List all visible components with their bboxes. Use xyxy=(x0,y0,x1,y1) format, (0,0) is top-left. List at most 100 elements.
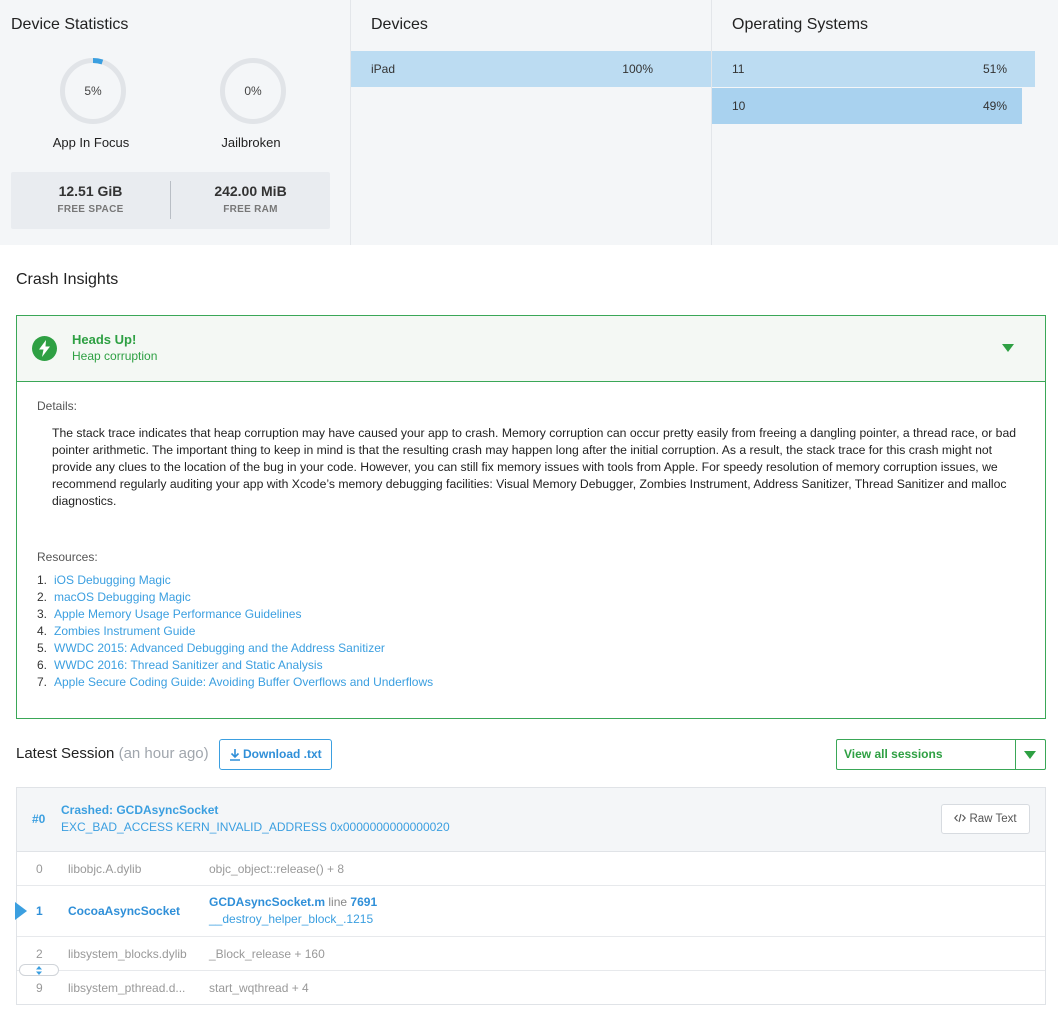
lightning-bolt-icon xyxy=(32,336,57,361)
resource-link[interactable]: Apple Memory Usage Performance Guideline… xyxy=(54,607,301,621)
raw-text-button[interactable]: Raw Text xyxy=(941,804,1030,834)
button-divider xyxy=(1015,740,1016,769)
stack-frame-highlighted[interactable]: 1 CocoaAsyncSocket GCDAsyncSocket.m line… xyxy=(15,886,1045,937)
operating-systems-title: Operating Systems xyxy=(732,16,869,33)
stats-band: Device Statistics 5% App In Focus 0% Jai… xyxy=(0,0,1058,245)
frame-library: CocoaAsyncSocket xyxy=(68,904,181,918)
frame-number: 9 xyxy=(36,981,43,995)
thread-header: #0 Crashed: GCDAsyncSocket EXC_BAD_ACCES… xyxy=(17,788,1045,852)
details-text: The stack trace indicates that heap corr… xyxy=(52,426,1017,508)
jailbroken-value: 0% xyxy=(244,84,262,98)
expand-arrows-icon xyxy=(36,966,42,975)
stack-frame[interactable]: 9 libsystem_pthread.d... start_wqthread … xyxy=(17,971,1045,1004)
frame-library: libobjc.A.dylib xyxy=(68,862,142,876)
frame-line-number: 7691 xyxy=(350,895,378,909)
frame-line-label: line xyxy=(328,895,348,909)
memory-summary: 12.51 GiB FREE SPACE 242.00 MiB FREE RAM xyxy=(11,172,330,229)
free-ram-label: FREE RAM xyxy=(223,204,278,215)
free-ram-value: 242.00 MiB xyxy=(214,183,287,199)
resource-link[interactable]: Zombies Instrument Guide xyxy=(54,624,195,638)
free-space-value: 12.51 GiB xyxy=(58,183,123,199)
resource-link[interactable]: WWDC 2016: Thread Sanitizer and Static A… xyxy=(54,658,323,672)
devices-panel: Devices iPad 100% xyxy=(351,0,712,245)
list-item: 4. Zombies Instrument Guide xyxy=(37,623,433,640)
resources-list: 1. iOS Debugging Magic 2. macOS Debugging … xyxy=(37,572,433,691)
jailbroken-gauge: 0% xyxy=(220,58,286,124)
view-all-sessions-label: View all sessions xyxy=(844,747,943,761)
view-all-sessions-button[interactable]: View all sessions xyxy=(836,739,1046,770)
frame-number: 1 xyxy=(36,904,43,918)
dropdown-arrow-icon[interactable] xyxy=(1024,751,1036,759)
frame-symbol: start_wqthread + 4 xyxy=(209,981,309,995)
app-in-focus-gauge: 5% xyxy=(60,58,126,124)
expand-frames-button[interactable] xyxy=(19,964,59,976)
list-number: 6. xyxy=(37,658,48,672)
free-ram-stat: 242.00 MiB FREE RAM xyxy=(171,172,330,229)
details-label: Details: xyxy=(37,399,78,413)
list-number: 1. xyxy=(37,573,48,587)
list-number: 7. xyxy=(37,675,48,689)
frame-library: libsystem_blocks.dylib xyxy=(68,947,187,961)
stack-trace: #0 Crashed: GCDAsyncSocket EXC_BAD_ACCES… xyxy=(15,787,1046,1005)
frame-symbol: __destroy_helper_block_.1215 xyxy=(209,912,374,926)
frame-file-line: GCDAsyncSocket.m line 7691 xyxy=(209,895,377,909)
list-number: 4. xyxy=(37,624,48,638)
list-number: 5. xyxy=(37,641,48,655)
list-number: 2. xyxy=(37,590,48,604)
resource-link[interactable]: macOS Debugging Magic xyxy=(54,590,191,604)
os-row-10[interactable]: 10 49% xyxy=(712,88,1022,124)
free-space-stat: 12.51 GiB FREE SPACE xyxy=(11,172,170,229)
os-row-label: 11 xyxy=(732,62,745,76)
thread-index: #0 xyxy=(32,812,46,826)
resource-link[interactable]: Apple Secure Coding Guide: Avoiding Buff… xyxy=(54,675,433,689)
operating-systems-panel: Operating Systems 11 51% 10 49% xyxy=(712,0,1058,245)
list-number: 3. xyxy=(37,607,48,621)
frame-symbol: objc_object::release() + 8 xyxy=(209,862,345,876)
insight-subheading: Heap corruption xyxy=(72,349,158,363)
download-icon xyxy=(230,749,240,761)
device-row-ipad[interactable]: iPad 100% xyxy=(351,51,711,87)
list-item: 6. WWDC 2016: Thread Sanitizer and Static… xyxy=(37,657,433,674)
download-txt-button[interactable]: Download .txt xyxy=(219,739,332,770)
crash-insight-card: Heads Up! Heap corruption Details: The s… xyxy=(16,315,1046,719)
list-item: 5. WWDC 2015: Advanced Debugging and the … xyxy=(37,640,433,657)
os-row-percent: 49% xyxy=(982,99,1007,113)
resource-link[interactable]: WWDC 2015: Advanced Debugging and the Ad… xyxy=(54,641,385,655)
insight-heading: Heads Up! xyxy=(72,332,137,347)
frame-file[interactable]: GCDAsyncSocket.m xyxy=(209,895,325,909)
resources-label: Resources: xyxy=(37,550,98,564)
list-item: 7. Apple Secure Coding Guide: Avoiding Bu… xyxy=(37,674,433,691)
app-in-focus-label: App In Focus xyxy=(52,135,130,150)
jailbroken-label: Jailbroken xyxy=(221,135,281,150)
resource-link[interactable]: iOS Debugging Magic xyxy=(54,573,171,587)
latest-session-ago: (an hour ago) xyxy=(118,745,209,762)
raw-text-label: Raw Text xyxy=(969,813,1017,825)
thread-title: Crashed: GCDAsyncSocket xyxy=(61,803,219,817)
latest-session-title: Latest Session (an hour ago) xyxy=(16,745,209,762)
crash-insights-title: Crash Insights xyxy=(16,271,119,288)
frame-library: libsystem_pthread.d... xyxy=(68,981,186,995)
app-in-focus-value: 5% xyxy=(84,84,102,98)
exception-text: EXC_BAD_ACCESS KERN_INVALID_ADDRESS 0x00… xyxy=(61,820,450,834)
devices-title: Devices xyxy=(371,16,428,33)
device-row-label: iPad xyxy=(371,62,396,76)
latest-session-label: Latest Session xyxy=(16,745,115,762)
download-label: Download .txt xyxy=(243,747,322,761)
frame-number: 0 xyxy=(36,862,43,876)
code-icon xyxy=(954,813,967,823)
frame-number: 2 xyxy=(36,947,43,961)
insight-header[interactable]: Heads Up! Heap corruption xyxy=(17,316,1045,382)
os-row-11[interactable]: 11 51% xyxy=(712,51,1035,87)
list-item: 1. iOS Debugging Magic xyxy=(37,572,433,589)
list-item: 3. Apple Memory Usage Performance Guideli… xyxy=(37,606,433,623)
list-item: 2. macOS Debugging Magic xyxy=(37,589,433,606)
current-frame-marker xyxy=(15,902,27,920)
frame-symbol: _Block_release + 160 xyxy=(209,947,325,961)
os-row-percent: 51% xyxy=(982,62,1007,76)
stack-frame[interactable]: 2 libsystem_blocks.dylib _Block_release … xyxy=(17,937,1045,971)
collapse-triangle-icon[interactable] xyxy=(1002,344,1014,352)
free-space-label: FREE SPACE xyxy=(57,204,124,215)
stack-frame[interactable]: 0 libobjc.A.dylib objc_object::release()… xyxy=(17,852,1045,886)
os-row-label: 10 xyxy=(732,99,746,113)
device-statistics-title: Device Statistics xyxy=(11,16,129,33)
